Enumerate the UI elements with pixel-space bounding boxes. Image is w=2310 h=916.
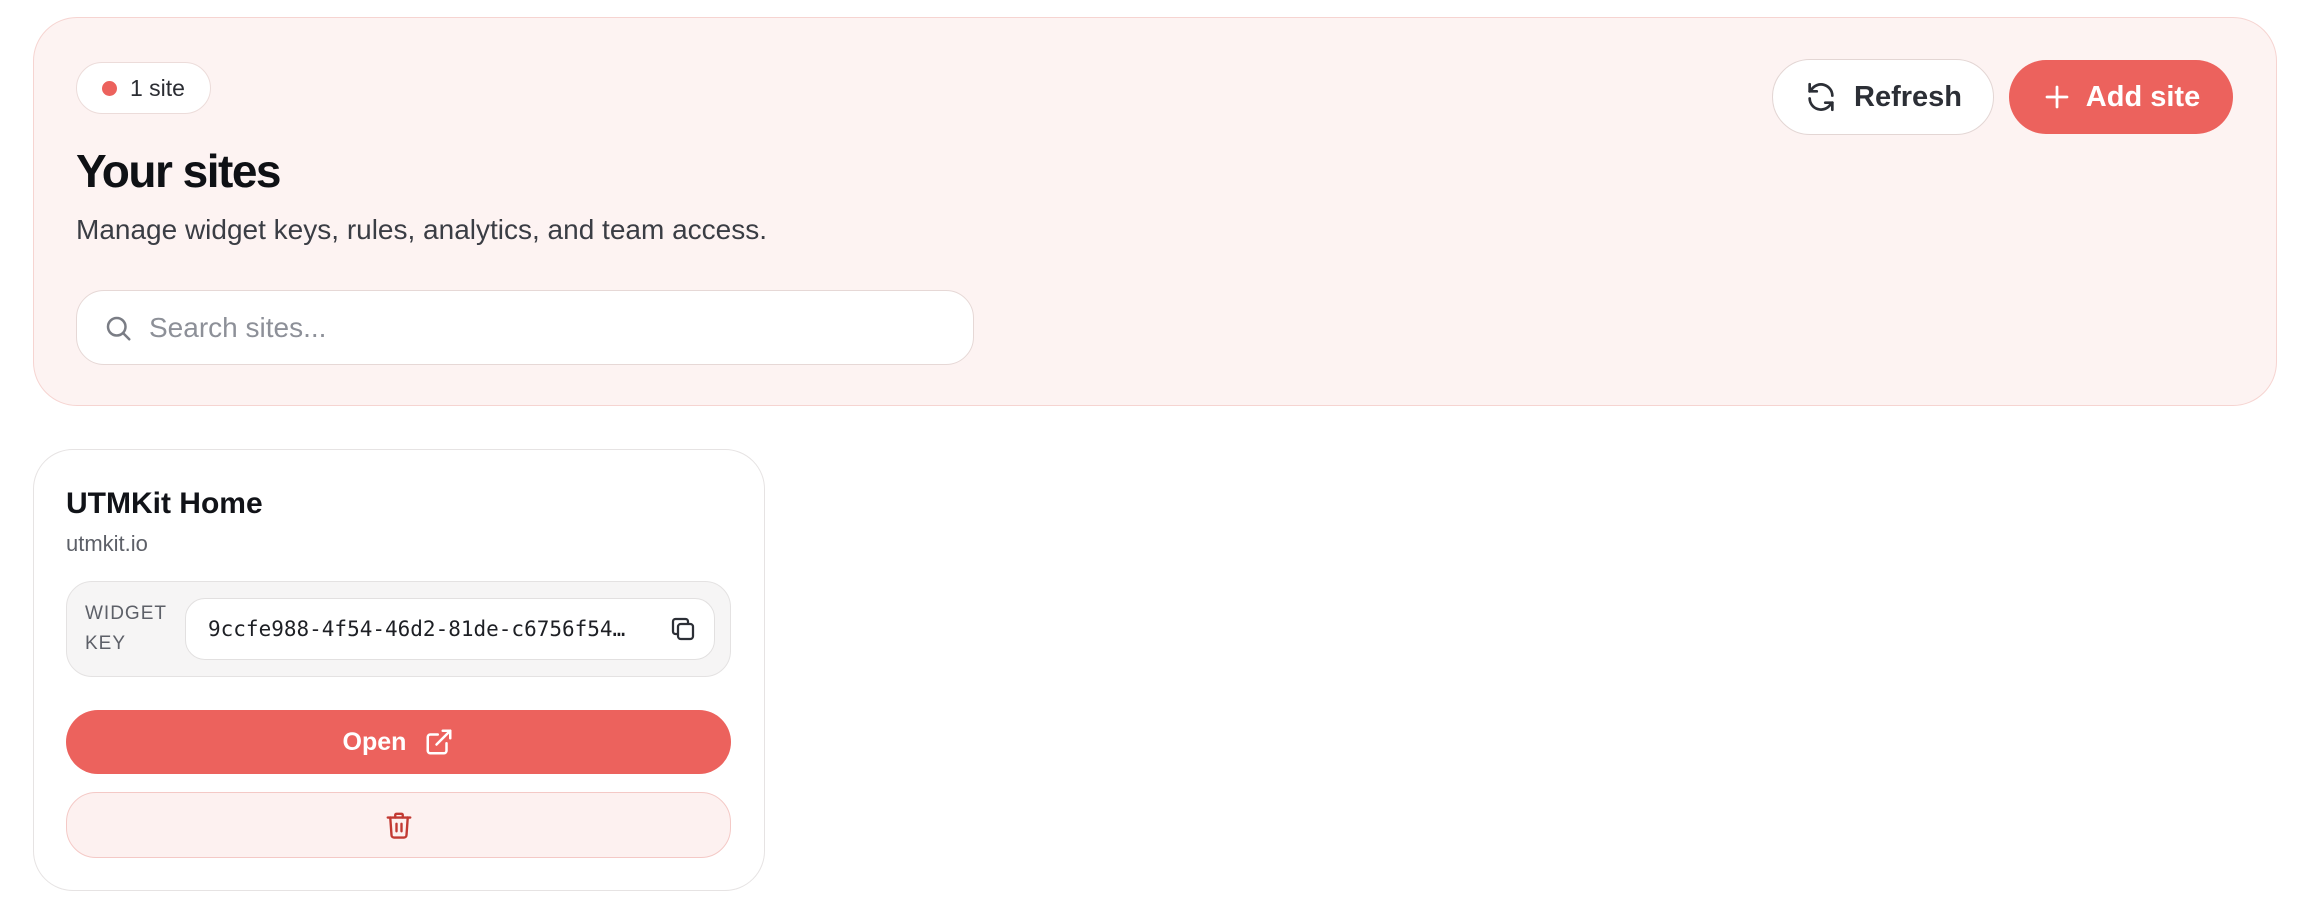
refresh-icon: [1804, 80, 1838, 114]
add-site-button[interactable]: Add site: [2009, 60, 2233, 134]
site-domain: utmkit.io: [66, 531, 148, 556]
widget-key-label: WIDGET KEY: [85, 603, 167, 654]
search-box[interactable]: [76, 290, 974, 365]
search-icon: [101, 311, 135, 345]
copy-icon[interactable]: [666, 612, 700, 646]
status-dot-icon: [102, 80, 117, 96]
widget-key-field: 9ccfe988-4f54-46d2-81de-c6756f54…: [185, 598, 715, 660]
site-card: UTMKit Home utmkit.io WIDGET KEY 9ccfe98…: [33, 449, 765, 891]
page-subtitle: Manage widget keys, rules, analytics, an…: [76, 214, 768, 245]
external-link-icon: [424, 727, 454, 757]
site-count-badge: 1 site: [76, 62, 211, 114]
search-input[interactable]: [149, 311, 929, 344]
refresh-label: Refresh: [1854, 80, 1962, 113]
sites-header-panel: 1 site Your sites Manage widget keys, ru…: [33, 17, 2277, 406]
delete-site-button[interactable]: [66, 792, 731, 858]
site-name: UTMKit Home: [66, 487, 263, 520]
widget-key-value: 9ccfe988-4f54-46d2-81de-c6756f54…: [208, 617, 626, 641]
refresh-button[interactable]: Refresh: [1772, 59, 1994, 135]
add-site-label: Add site: [2085, 80, 2201, 113]
plus-icon: [2042, 82, 2072, 112]
widget-key-box: WIDGET KEY 9ccfe988-4f54-46d2-81de-c6756…: [66, 581, 731, 677]
trash-icon: [384, 810, 414, 840]
site-count-label: 1 site: [130, 74, 185, 101]
page-title: Your sites: [76, 145, 282, 197]
open-site-button[interactable]: Open: [66, 710, 731, 774]
open-label: Open: [342, 727, 407, 756]
